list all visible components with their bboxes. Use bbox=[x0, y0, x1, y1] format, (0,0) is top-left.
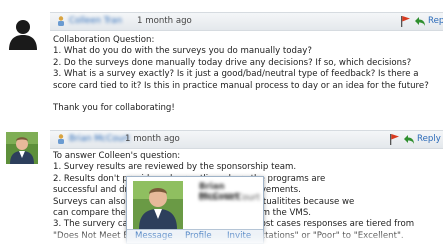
comment-line: Thank you for collaborating! bbox=[53, 103, 175, 114]
reply-arrow-icon[interactable] bbox=[414, 15, 426, 27]
comment-1: Colleen Tran 1 month ago Reply Collabora… bbox=[0, 0, 443, 128]
comment-line: 3. What is a survey exactly? Is it just … bbox=[53, 69, 419, 80]
flag-icon[interactable] bbox=[388, 133, 400, 145]
comment-body: Collaboration Question: 1. What do you d… bbox=[53, 35, 439, 115]
comment-line: 2. Do the surveys done manually today dr… bbox=[53, 57, 412, 68]
comment-line: score card tied to it? Is this in practi… bbox=[53, 80, 429, 91]
comment-line: Collaboration Question: bbox=[53, 35, 155, 45]
comment-meta-bar: Brian McCourt 1 month ago Reply bbox=[50, 130, 443, 149]
comment-line: To answer Colleen's question: bbox=[53, 151, 181, 161]
timestamp: 1 month ago bbox=[125, 134, 180, 144]
reply-link[interactable]: Reply bbox=[417, 134, 441, 144]
photo-avatar-icon bbox=[6, 132, 38, 164]
flag-icon[interactable] bbox=[399, 15, 411, 27]
avatar[interactable] bbox=[6, 132, 38, 164]
profile-link[interactable]: Profile bbox=[185, 231, 212, 241]
profile-actions-bar: Message Profile Invite bbox=[127, 229, 263, 243]
reply-arrow-icon[interactable] bbox=[403, 133, 415, 145]
comment-line: 1. Survey results are reviewed by the sp… bbox=[53, 162, 297, 173]
profile-hover-card: Brian McCourt Brian McCourt Message Prof… bbox=[126, 176, 264, 244]
profile-photo[interactable] bbox=[133, 181, 183, 229]
profile-photo-icon bbox=[133, 181, 183, 229]
invite-link[interactable]: Invite bbox=[227, 231, 251, 241]
reply-link[interactable]: Reply bbox=[428, 16, 443, 26]
profile-subtitle: Brian McCourt bbox=[199, 193, 261, 203]
comment-meta-bar: Colleen Tran 1 month ago Reply bbox=[50, 12, 443, 31]
comment-line: 1. What do you do with the surveys you d… bbox=[53, 46, 312, 57]
message-link[interactable]: Message bbox=[135, 231, 173, 241]
user-icon bbox=[58, 134, 64, 144]
author-link[interactable]: Brian McCourt bbox=[69, 134, 130, 144]
avatar[interactable] bbox=[6, 16, 40, 50]
silhouette-avatar-icon bbox=[6, 16, 40, 50]
user-icon bbox=[58, 16, 64, 26]
timestamp: 1 month ago bbox=[137, 16, 192, 26]
author-link[interactable]: Colleen Tran bbox=[69, 16, 122, 26]
comment-line bbox=[53, 92, 439, 103]
